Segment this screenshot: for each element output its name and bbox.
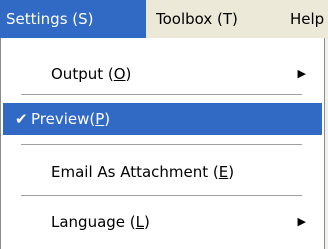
menu-item-language[interactable]: Language (L) ▶ [3, 206, 322, 238]
submenu-arrow-icon: ▶ [297, 67, 306, 80]
menu-item-output[interactable]: Output (O) ▶ [3, 58, 322, 90]
menu-item-preview-label: Preview(P) [31, 110, 111, 128]
settings-dropdown-menu: Output (O) ▶ ✔ Preview(P) Email As Attac… [0, 38, 325, 249]
submenu-arrow-icon: ▶ [297, 215, 306, 228]
menu-item-language-label: Language (L) [51, 213, 150, 231]
checkmark-icon: ✔ [15, 110, 28, 128]
menu-item-email-as-attachment[interactable]: Email As Attachment (E) [3, 156, 322, 188]
menu-separator [21, 195, 302, 196]
menu-item-output-label: Output (O) [51, 65, 132, 83]
menu-item-email-label: Email As Attachment (E) [51, 163, 235, 181]
menu-toolbox[interactable]: Toolbox (T) [156, 0, 238, 38]
menu-item-preview[interactable]: ✔ Preview(P) [3, 103, 322, 135]
menu-separator [21, 94, 302, 95]
menu-separator [21, 144, 302, 145]
menu-help[interactable]: Help [290, 0, 324, 38]
menu-bar: Settings (S) Toolbox (T) Help [0, 0, 328, 38]
menu-settings[interactable]: Settings (S) [0, 0, 146, 38]
